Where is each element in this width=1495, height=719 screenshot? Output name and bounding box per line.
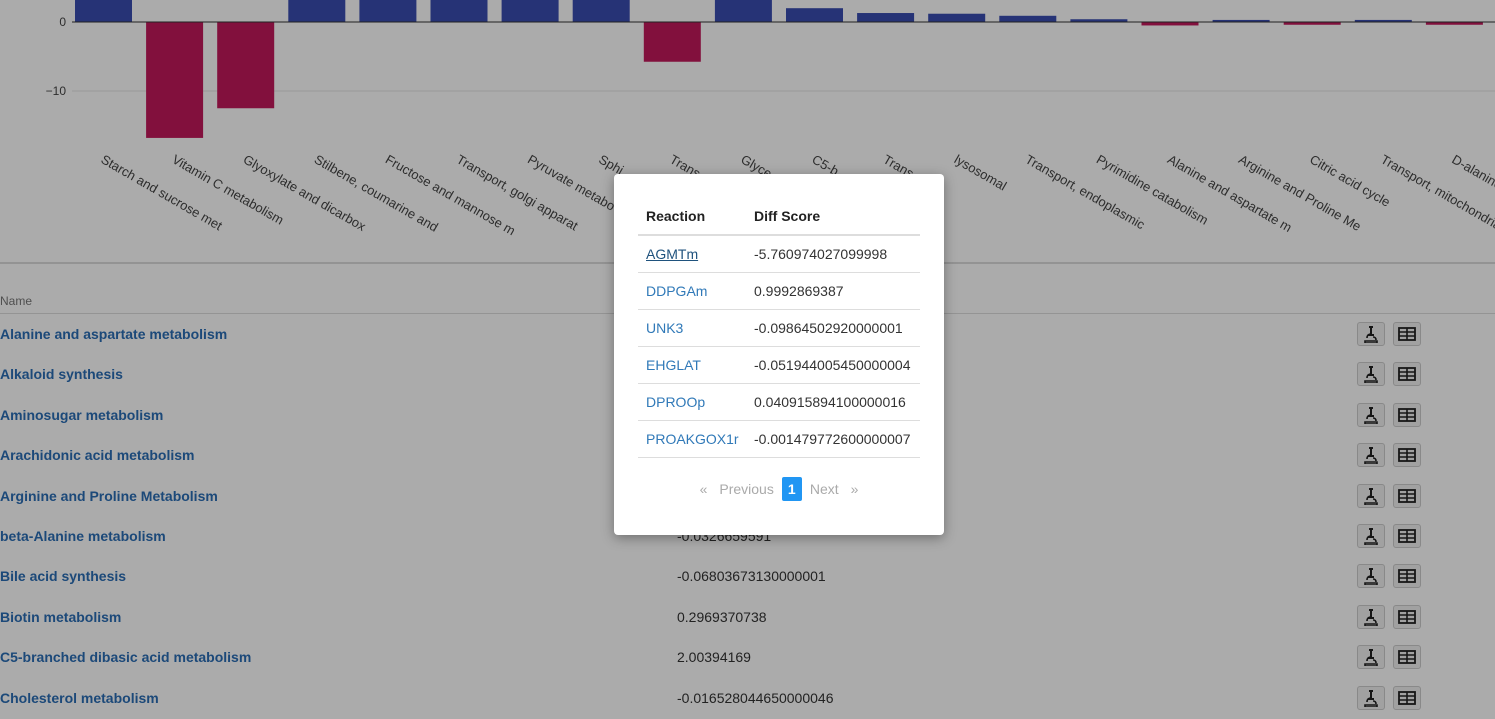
reaction-cell: PROAKGOX1r — [638, 420, 746, 458]
reaction-cell: AGMTm — [638, 235, 746, 273]
next-page-button[interactable]: Next — [804, 481, 845, 497]
reaction-cell: DPROOp — [638, 383, 746, 421]
reaction-row: AGMTm -5.760974027099998 — [638, 235, 920, 273]
diff-score-cell: -5.760974027099998 — [746, 235, 920, 273]
reaction-row: EHGLAT -0.051944005450000004 — [638, 346, 920, 384]
reaction-cell: EHGLAT — [638, 346, 746, 384]
reaction-link[interactable]: EHGLAT — [646, 357, 701, 373]
current-page-button[interactable]: 1 — [781, 477, 802, 501]
reaction-row: UNK3 -0.09864502920000001 — [638, 309, 920, 347]
reactions-table-header-row: Reaction Diff Score — [638, 198, 920, 236]
reactions-modal: Reaction Diff Score AGMTm -5.760974027099… — [614, 174, 944, 535]
reaction-cell: DDPGAm — [638, 272, 746, 310]
reaction-row: DPROOp 0.040915894100000016 — [638, 383, 920, 421]
reaction-link[interactable]: DDPGAm — [646, 283, 707, 299]
diff-score-column-header[interactable]: Diff Score — [746, 198, 920, 236]
previous-arrow[interactable]: « — [694, 481, 714, 497]
pagination: « Previous 1 Next » — [614, 477, 944, 501]
diff-score-cell: -0.09864502920000001 — [746, 309, 920, 347]
reactions-table-body: AGMTm -5.760974027099998 DDPGAm 0.999286938… — [638, 235, 920, 458]
diff-score-cell: -0.001479772600000007 — [746, 420, 920, 458]
previous-page-button[interactable]: Previous — [713, 481, 779, 497]
next-arrow[interactable]: » — [845, 481, 865, 497]
reaction-row: PROAKGOX1r -0.001479772600000007 — [638, 420, 920, 458]
diff-score-cell: -0.051944005450000004 — [746, 346, 920, 384]
reaction-link[interactable]: PROAKGOX1r — [646, 431, 739, 447]
reaction-link[interactable]: AGMTm — [646, 246, 698, 262]
diff-score-cell: 0.9992869387 — [746, 272, 920, 310]
reaction-link[interactable]: UNK3 — [646, 320, 683, 336]
reactions-table: Reaction Diff Score AGMTm -5.760974027099… — [638, 198, 920, 458]
diff-score-cell: 0.040915894100000016 — [746, 383, 920, 421]
reaction-column-header[interactable]: Reaction — [638, 198, 746, 236]
reaction-cell: UNK3 — [638, 309, 746, 347]
reaction-link[interactable]: DPROOp — [646, 394, 705, 410]
reaction-row: DDPGAm 0.9992869387 — [638, 272, 920, 310]
